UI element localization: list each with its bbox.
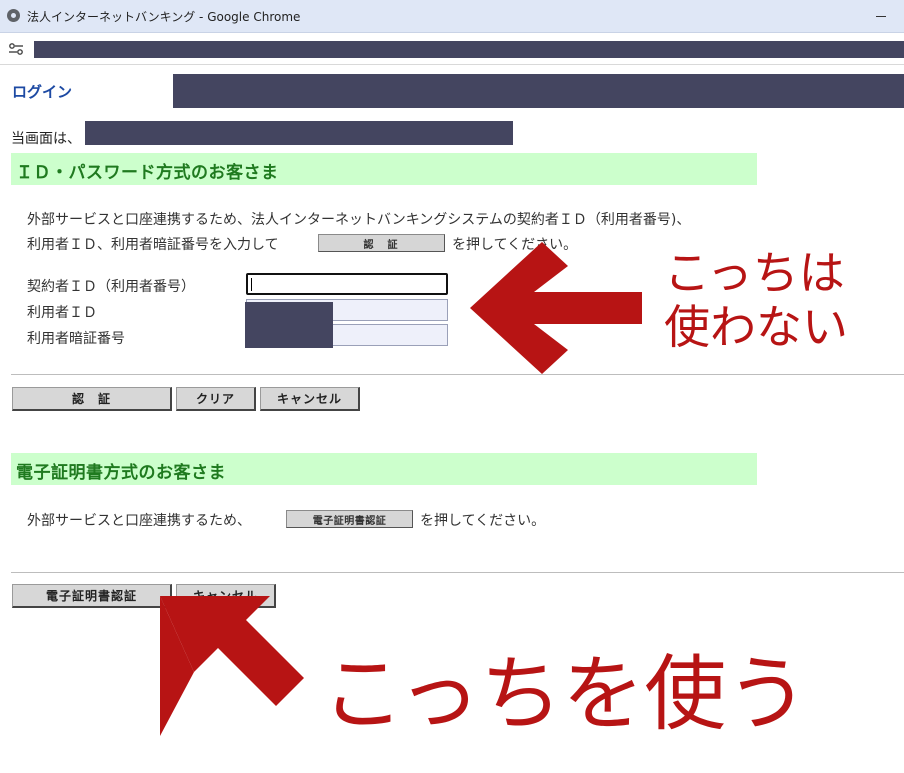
cancel-button[interactable]: キャンセル — [260, 387, 360, 411]
header-redacted — [173, 74, 904, 108]
annotation-top-line2: 使わない — [664, 300, 848, 354]
user-id-label: 利用者ＩＤ — [27, 305, 97, 321]
window-title: 法人インターネットバンキング - Google Chrome — [27, 10, 301, 24]
id-section-header: ＩＤ・パスワード方式のお客さま — [11, 153, 757, 185]
address-bar — [0, 33, 904, 65]
text-caret — [251, 278, 252, 291]
cert-section-header: 電子証明書方式のお客さま — [11, 453, 757, 485]
title-bar: 法人インターネットバンキング - Google Chrome — [0, 0, 904, 33]
divider — [11, 572, 904, 573]
id-section-title: ＩＤ・パスワード方式のお客さま — [16, 163, 279, 183]
cert-section-title: 電子証明書方式のお客さま — [16, 463, 226, 483]
intro-text: 当画面は、 — [11, 131, 81, 147]
id-description-line1: 外部サービスと口座連携するため、法人インターネットバンキングシステムの契約者ＩＤ… — [27, 212, 691, 228]
cert-auth-button[interactable]: 電子証明書認証 — [12, 584, 172, 608]
page-title: ログイン — [12, 83, 73, 101]
site-info-icon[interactable] — [8, 42, 24, 56]
annotation-top-line1: こっちは — [664, 246, 845, 300]
minimize-icon — [876, 15, 886, 17]
id-description-line2-prefix: 利用者ＩＤ、利用者暗証番号を入力して — [27, 237, 279, 253]
cert-description-suffix: を押してください。 — [420, 513, 546, 529]
auth-button[interactable]: 認 証 — [12, 387, 172, 411]
divider — [11, 374, 904, 375]
intro-redacted — [85, 121, 513, 145]
annotation-bottom: こっちを使う — [322, 647, 809, 742]
chrome-icon — [7, 9, 20, 22]
password-label: 利用者暗証番号 — [27, 331, 125, 347]
left-arrow-icon — [470, 242, 642, 374]
minimize-button[interactable] — [858, 0, 904, 32]
inline-auth-button[interactable]: 認 証 — [318, 234, 445, 252]
contract-id-input[interactable] — [246, 273, 448, 295]
contract-id-label: 契約者ＩＤ（利用者番号） — [27, 279, 195, 295]
cert-description-prefix: 外部サービスと口座連携するため、 — [27, 513, 251, 529]
clear-button[interactable]: クリア — [176, 387, 256, 411]
input-redacted — [245, 302, 333, 348]
up-left-arrow-icon — [160, 596, 304, 736]
url-redacted[interactable] — [34, 41, 904, 58]
inline-cert-auth-button[interactable]: 電子証明書認証 — [286, 510, 413, 528]
